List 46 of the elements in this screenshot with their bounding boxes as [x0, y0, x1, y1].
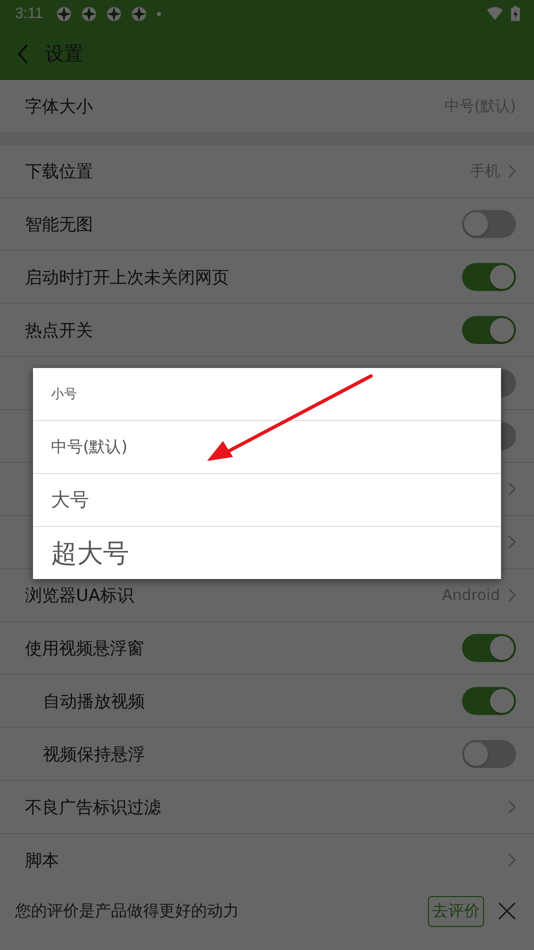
setting-row[interactable]: 智能无图: [0, 198, 534, 251]
setting-label: 不良广告标识过滤: [25, 796, 161, 818]
app-notification-icon: [82, 6, 96, 20]
setting-row[interactable]: 脚本: [0, 834, 534, 872]
close-icon[interactable]: [498, 902, 516, 920]
font-size-option[interactable]: 超大号: [33, 526, 501, 579]
toggle-switch[interactable]: [462, 740, 516, 768]
setting-row[interactable]: 使用视频悬浮窗: [0, 622, 534, 675]
setting-label: 浏览器UA标识: [25, 584, 134, 606]
toggle-switch[interactable]: [462, 687, 516, 715]
setting-row[interactable]: 不良广告标识过滤: [0, 781, 534, 834]
setting-label: 智能无图: [25, 214, 93, 236]
chevron-right-icon: [508, 535, 516, 549]
setting-row[interactable]: 启动时打开上次未关闭网页: [0, 251, 534, 304]
chevron-right-icon: [508, 164, 516, 178]
font-size-option[interactable]: 大号: [33, 473, 501, 526]
setting-label: 热点开关: [25, 320, 93, 342]
back-icon[interactable]: [17, 44, 29, 64]
setting-row[interactable]: 自动播放视频: [0, 675, 534, 728]
setting-row[interactable]: 视频保持悬浮: [0, 728, 534, 781]
toggle-switch[interactable]: [462, 634, 516, 662]
chevron-right-icon: [508, 482, 516, 496]
setting-label: 视频保持悬浮: [43, 744, 145, 766]
toggle-switch[interactable]: [462, 316, 516, 344]
status-time: 3:11: [15, 5, 44, 22]
dot-icon: [157, 12, 162, 16]
wifi-icon: [487, 7, 503, 20]
setting-label: 下载位置: [25, 160, 93, 182]
setting-row[interactable]: 热点开关: [0, 304, 534, 357]
toggle-switch[interactable]: [462, 263, 516, 291]
setting-label: 自动播放视频: [43, 690, 145, 712]
rate-button[interactable]: 去评价: [428, 896, 484, 926]
font-size-option[interactable]: 小号: [33, 368, 501, 420]
setting-label: 使用视频悬浮窗: [25, 638, 144, 660]
rating-text: 您的评价是产品做得更好的动力: [15, 900, 239, 922]
app-notification-icon: [132, 6, 146, 20]
chevron-right-icon: [508, 588, 516, 602]
battery-icon: [511, 6, 520, 21]
chevron-right-icon: [508, 853, 516, 867]
chevron-right-icon: [508, 800, 516, 814]
toggle-switch[interactable]: [462, 210, 516, 238]
setting-label: 启动时打开上次未关闭网页: [25, 266, 229, 288]
setting-label: 脚本: [25, 850, 59, 872]
app-notification-icon: [107, 6, 122, 20]
setting-label: 字体大小: [25, 96, 93, 118]
app-notification-icon: [57, 6, 72, 20]
